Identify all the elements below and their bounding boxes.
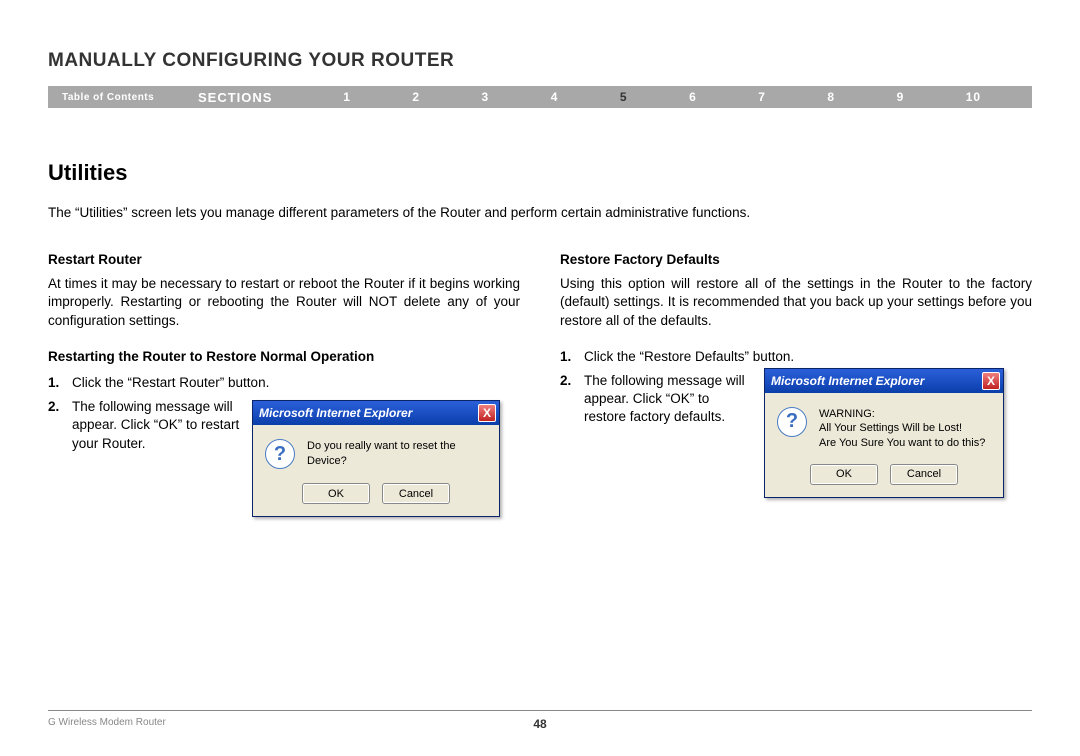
page-number: 48 (533, 717, 546, 731)
section-link-2[interactable]: 2 (412, 90, 420, 104)
section-link-4[interactable]: 4 (551, 90, 559, 104)
step-number: 2. (48, 398, 72, 517)
dialog-title-bar: Microsoft Internet Explorer X (765, 369, 1003, 393)
left-column: Restart Router At times it may be necess… (48, 251, 520, 523)
section-link-1[interactable]: 1 (343, 90, 351, 104)
dialog-message: WARNING: All Your Settings Will be Lost!… (819, 407, 985, 450)
section-link-7[interactable]: 7 (758, 90, 766, 104)
section-nav-bar: Table of Contents SECTIONS 1 2 3 4 5 6 7… (48, 86, 1032, 108)
section-link-8[interactable]: 8 (827, 90, 835, 104)
section-link-10[interactable]: 10 (966, 90, 981, 104)
step-number: 1. (48, 374, 72, 392)
dialog-message: Do you really want to reset the Device? (307, 439, 487, 468)
intro-paragraph: The “Utilities” screen lets you manage d… (48, 204, 1032, 223)
section-link-6[interactable]: 6 (689, 90, 697, 104)
right-column: Restore Factory Defaults Using this opti… (560, 251, 1032, 523)
cancel-button[interactable]: Cancel (890, 464, 958, 485)
section-link-3[interactable]: 3 (482, 90, 490, 104)
step-number: 1. (560, 348, 584, 366)
page-footer: G Wireless Modem Router 48 (48, 710, 1032, 728)
restore-dialog: Microsoft Internet Explorer X WARNING: A… (764, 368, 1004, 498)
dialog-title: Microsoft Internet Explorer (259, 405, 412, 421)
step-text: Click the “Restart Router” button. (72, 374, 520, 392)
footer-product-name: G Wireless Modem Router (48, 717, 166, 728)
step-number: 2. (560, 372, 584, 498)
restore-subtitle: Restore Factory Defaults (560, 251, 1032, 269)
restart-dialog: Microsoft Internet Explorer X Do you rea… (252, 400, 500, 517)
question-icon (777, 407, 807, 437)
ok-button[interactable]: OK (810, 464, 878, 485)
section-heading: Utilities (48, 160, 1032, 186)
close-icon[interactable]: X (982, 372, 1000, 390)
question-icon (265, 439, 295, 469)
cancel-button[interactable]: Cancel (382, 483, 450, 504)
dialog-title-bar: Microsoft Internet Explorer X (253, 401, 499, 425)
restart-procedure-title: Restarting the Router to Restore Normal … (48, 348, 520, 366)
warning-heading: WARNING: (819, 407, 985, 421)
step-text: Click the “Restore Defaults” button. (584, 348, 1032, 366)
warning-line-2: Are You Sure You want to do this? (819, 437, 985, 449)
restore-paragraph: Using this option will restore all of th… (560, 275, 1032, 330)
section-link-5[interactable]: 5 (620, 90, 628, 104)
page-title: MANUALLY CONFIGURING YOUR ROUTER (48, 50, 1032, 72)
close-icon[interactable]: X (478, 404, 496, 422)
ok-button[interactable]: OK (302, 483, 370, 504)
step-text: The following message will appear. Click… (584, 372, 754, 427)
restart-subtitle: Restart Router (48, 251, 520, 269)
section-link-9[interactable]: 9 (897, 90, 905, 104)
dialog-title: Microsoft Internet Explorer (771, 373, 924, 389)
warning-line-1: All Your Settings Will be Lost! (819, 422, 962, 434)
restart-paragraph: At times it may be necessary to restart … (48, 275, 520, 330)
sections-label: SECTIONS (198, 90, 312, 105)
section-number-list: 1 2 3 4 5 6 7 8 9 10 (312, 90, 1032, 104)
step-text: The following message will appear. Click… (72, 398, 242, 453)
toc-link[interactable]: Table of Contents (48, 92, 198, 103)
